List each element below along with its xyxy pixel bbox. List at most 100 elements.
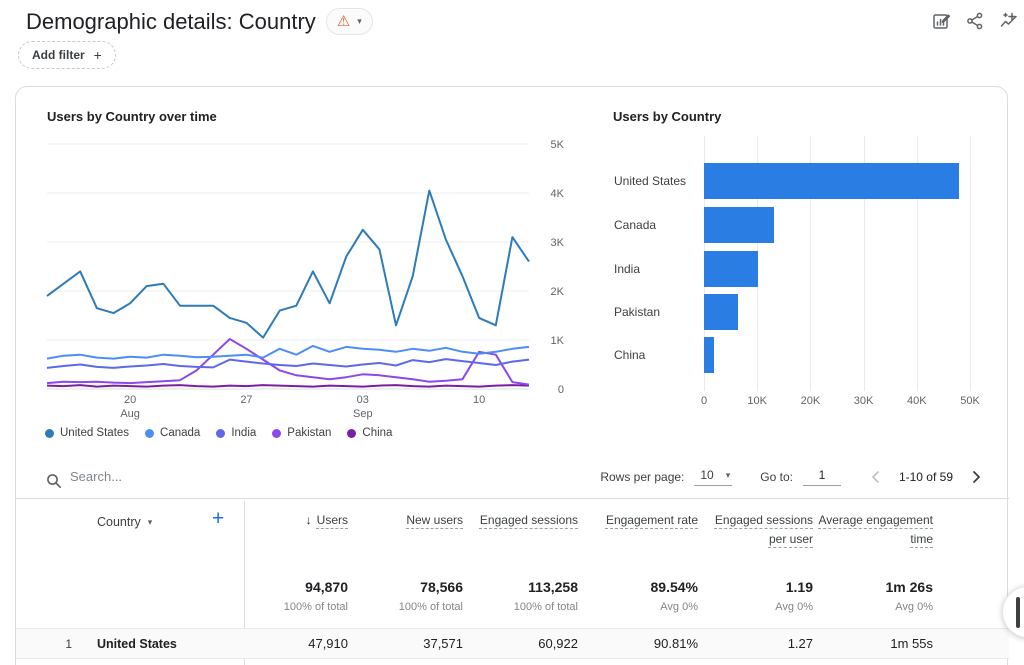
metric-header-label: Engaged sessions per user <box>715 513 813 546</box>
x-axis-tick-label: 10 <box>473 394 485 406</box>
plus-icon: + <box>94 47 102 63</box>
pagination-controls: Rows per page: 10 ▾ Go to: 1-10 of 59 <box>600 468 985 486</box>
legend-dot-icon <box>145 429 154 438</box>
add-filter-label: Add filter <box>32 48 85 62</box>
data-quality-dropdown[interactable]: ⚠︎ ▾ <box>326 8 373 35</box>
insights-icon[interactable] <box>999 11 1019 31</box>
totals-value: 113,258 <box>463 579 578 595</box>
next-page-button[interactable] <box>967 468 985 486</box>
row-country-name: United States <box>97 629 177 659</box>
legend-label: India <box>231 427 256 439</box>
metric-header-label: Engaged sessions <box>480 513 578 527</box>
row-rank: 1 <box>54 629 72 659</box>
legend-label: Canada <box>160 427 200 439</box>
row-metric-value: 1.27 <box>698 629 813 659</box>
line-series-india <box>47 359 529 368</box>
totals-subtext: 100% of total <box>348 601 463 613</box>
metric-header-engagement-rate[interactable]: Engagement rate <box>578 511 698 549</box>
y-axis-tick-label: 4K <box>551 188 565 200</box>
y-axis-tick-label: 3K <box>551 237 565 249</box>
chevron-down-icon: ▾ <box>357 16 362 27</box>
metric-header-label: Engagement rate <box>606 513 698 527</box>
table-search-row: Rows per page: 10 ▾ Go to: 1-10 of 59 <box>16 466 1009 499</box>
totals-value: 1.19 <box>698 579 813 595</box>
metric-header-label: Users <box>317 513 348 527</box>
page-title: Demographic details: Country <box>26 9 316 35</box>
table-row-united-states: 1United States47,91037,57160,92290.81%1.… <box>16 628 1009 659</box>
bar-category-label: India <box>614 262 700 276</box>
bar-category-label: United States <box>614 174 700 188</box>
row-metric-value: 37,571 <box>348 629 463 659</box>
search-input[interactable] <box>70 469 370 484</box>
totals-subtext: 100% of total <box>244 601 348 613</box>
report-header: Demographic details: Country ⚠︎ ▾ <box>26 8 373 35</box>
totals-value: 94,870 <box>244 579 348 595</box>
dimension-header-country[interactable]: Country ▾ <box>97 515 152 529</box>
bar-x-tick-label: 10K <box>737 395 777 407</box>
bar-x-tick-label: 20K <box>790 395 830 407</box>
row-metric-value: 1m 55s <box>813 629 933 659</box>
scroll-handle-grip <box>1016 597 1020 628</box>
go-to-page-input[interactable] <box>803 468 841 486</box>
bar-x-tick-label: 30K <box>844 395 884 407</box>
line-chart-title: Users by Country over time <box>47 109 217 124</box>
legend-item-canada: Canada <box>145 427 200 439</box>
totals-value: 89.54% <box>578 579 698 595</box>
totals-cell: 1.19 Avg 0% <box>698 579 813 613</box>
go-to-label: Go to: <box>760 470 793 484</box>
totals-cell: 1m 26sAvg 0% <box>813 579 933 613</box>
legend-dot-icon <box>272 429 281 438</box>
legend-dot-icon <box>347 429 356 438</box>
bar-united-states <box>704 163 959 199</box>
row-metric-value: 47,910 <box>244 629 348 659</box>
y-axis-tick-label: 5K <box>551 139 565 151</box>
metric-header-new-users[interactable]: New users <box>348 511 463 549</box>
rows-per-page-select[interactable]: 10 ▾ <box>694 468 732 486</box>
previous-page-button[interactable] <box>867 468 885 486</box>
metric-header-users[interactable]: ↓Users <box>244 511 348 549</box>
add-secondary-dimension-button[interactable]: + <box>212 507 224 531</box>
rows-per-page-label: Rows per page: <box>600 470 684 484</box>
x-axis-tick-sublabel: Aug <box>120 408 140 420</box>
y-axis-tick-label: 2K <box>551 286 565 298</box>
line-series-china <box>47 385 529 387</box>
line-series-united-states <box>47 191 529 338</box>
totals-subtext: Avg 0% <box>813 601 933 613</box>
line-chart-legend: United StatesCanadaIndiaPakistanChina <box>45 427 392 439</box>
ga4-demographic-details-page: Demographic details: Country ⚠︎ ▾ Add fi… <box>0 0 1024 665</box>
bar-pakistan <box>704 294 738 330</box>
report-toolbar <box>931 11 1019 31</box>
legend-label: United States <box>60 427 129 439</box>
search-icon <box>45 472 63 490</box>
totals-value: 78,566 <box>348 579 463 595</box>
add-filter-button[interactable]: Add filter + <box>18 41 116 69</box>
x-axis-tick-label: 27 <box>240 394 252 406</box>
totals-subtext: 100% of total <box>463 601 578 613</box>
pagination-range: 1-10 of 59 <box>899 470 953 484</box>
bar-china <box>704 337 714 373</box>
legend-dot-icon <box>45 429 54 438</box>
chevron-down-icon: ▾ <box>148 517 153 528</box>
metric-header-average-engagement-time[interactable]: Average engagement time <box>813 511 933 549</box>
metric-header-label: Average engagement time <box>818 513 933 546</box>
x-axis-tick-sublabel: Sep <box>353 408 373 420</box>
customize-report-icon[interactable] <box>931 11 951 31</box>
y-axis-tick-label: 0 <box>558 384 564 396</box>
totals-cell: 113,258 100% of total <box>463 579 578 613</box>
line-series-canada <box>47 346 529 359</box>
bar-x-tick-label: 0 <box>684 395 724 407</box>
bar-category-label: China <box>614 348 700 362</box>
bar-category-label: Canada <box>614 218 700 232</box>
legend-item-pakistan: Pakistan <box>272 427 331 439</box>
totals-cell: 89.54%Avg 0% <box>578 579 698 613</box>
share-icon[interactable] <box>965 11 985 31</box>
metric-header-engaged-sessions-per-user[interactable]: Engaged sessions per user <box>698 511 813 549</box>
dimension-header-label: Country <box>97 515 141 529</box>
totals-subtext: Avg 0% <box>698 601 813 613</box>
totals-cell: 78,566 100% of total <box>348 579 463 613</box>
metric-header-engaged-sessions[interactable]: Engaged sessions <box>463 511 578 549</box>
chevron-down-icon: ▾ <box>726 470 731 481</box>
metric-headers-row: ↓UsersNew users Engaged sessions Engagemen… <box>244 511 933 549</box>
bar-gridline <box>970 136 971 391</box>
legend-item-united-states: United States <box>45 427 129 439</box>
